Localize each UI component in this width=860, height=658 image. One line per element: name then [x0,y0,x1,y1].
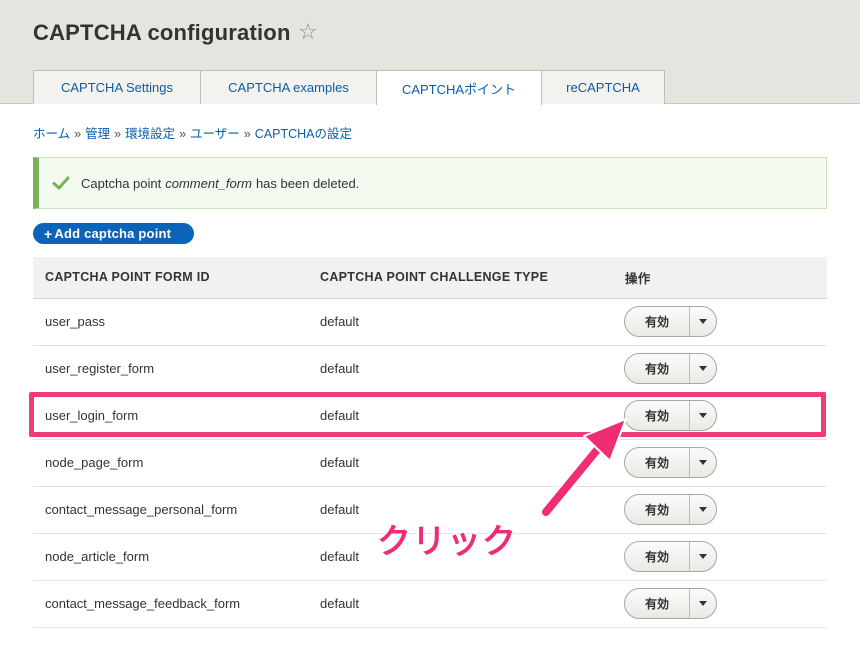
challenge-type-cell: default [308,580,613,628]
chevron-down-icon [699,554,707,559]
operations-dropbutton: 有効 [624,306,717,337]
form-id-cell: contact_message_feedback_form [33,580,308,628]
tab-captcha-points[interactable]: CAPTCHAポイント [376,70,542,105]
checkmark-icon [52,176,70,190]
operations-dropbutton: 有効 [624,541,717,572]
chevron-down-icon [699,507,707,512]
enable-button[interactable]: 有効 [625,589,690,618]
dropdown-toggle[interactable] [690,542,716,571]
breadcrumb-user[interactable]: ユーザー [190,127,240,141]
enable-button[interactable]: 有効 [625,401,690,430]
table-row: contact_message_feedback_form default 有効 [33,580,827,628]
dropdown-toggle[interactable] [690,589,716,618]
operations-dropbutton: 有効 [624,447,717,478]
chevron-down-icon [699,601,707,606]
page-header: CAPTCHA configuration ☆ CAPTCHA Settings… [0,0,860,105]
tab-captcha-settings[interactable]: CAPTCHA Settings [33,70,201,104]
dropdown-toggle[interactable] [690,495,716,524]
breadcrumb-config[interactable]: 環境設定 [125,127,175,141]
dropdown-toggle[interactable] [690,354,716,383]
captcha-points-table: CAPTCHA POINT FORM ID CAPTCHA POINT CHAL… [33,257,827,628]
click-annotation-label: クリック [377,523,517,561]
chevron-down-icon [699,460,707,465]
form-id-cell: node_article_form [33,533,308,581]
page-title: CAPTCHA configuration [33,20,291,45]
challenge-type-cell: default [308,298,613,346]
table-row: user_register_form default 有効 [33,345,827,393]
chevron-down-icon [699,413,707,418]
operations-cell: 有効 [613,486,827,534]
dropdown-toggle[interactable] [690,401,716,430]
enable-button[interactable]: 有効 [625,542,690,571]
chevron-down-icon [699,319,707,324]
breadcrumb: ホーム» 管理» 環境設定» ユーザー» CAPTCHAの設定 [33,123,352,142]
form-id-cell: user_register_form [33,345,308,393]
enable-button[interactable]: 有効 [625,307,690,336]
form-id-cell: user_pass [33,298,308,346]
table-header-row: CAPTCHA POINT FORM ID CAPTCHA POINT CHAL… [33,257,827,299]
enable-button[interactable]: 有効 [625,354,690,383]
operations-dropbutton: 有効 [624,400,717,431]
breadcrumb-home[interactable]: ホーム [33,127,70,141]
tab-recaptcha[interactable]: reCAPTCHA [541,70,665,104]
challenge-type-cell: default [308,439,613,487]
status-message: Captcha point comment_form has been dele… [33,157,827,209]
dropdown-toggle[interactable] [690,307,716,336]
header-challenge-type: CAPTCHA POINT CHALLENGE TYPE [308,257,613,299]
plus-icon: + [44,225,53,242]
challenge-type-cell: default [308,392,613,440]
form-id-cell: user_login_form [33,392,308,440]
operations-cell: 有効 [613,345,827,393]
operations-dropbutton: 有効 [624,588,717,619]
add-captcha-point-label: Add captcha point [54,226,172,241]
breadcrumb-separator: » [74,127,82,141]
form-id-cell: node_page_form [33,439,308,487]
table-row: user_pass default 有効 [33,298,827,346]
form-id-cell: contact_message_personal_form [33,486,308,534]
enable-button[interactable]: 有効 [625,495,690,524]
table-row: node_page_form default 有効 [33,439,827,487]
breadcrumb-admin[interactable]: 管理 [85,127,110,141]
tab-captcha-examples[interactable]: CAPTCHA examples [200,70,377,104]
header-form-id: CAPTCHA POINT FORM ID [33,257,308,299]
star-outline-icon[interactable]: ☆ [298,21,318,43]
challenge-type-cell: default [308,345,613,393]
tab-bar: CAPTCHA Settings CAPTCHA examples CAPTCH… [33,70,665,105]
operations-cell: 有効 [613,439,827,487]
message-form-id: comment_form [165,175,252,191]
operations-cell: 有効 [613,298,827,346]
dropdown-toggle[interactable] [690,448,716,477]
header-operations: 操作 [613,257,827,299]
operations-dropbutton: 有効 [624,353,717,384]
breadcrumb-separator: » [179,127,187,141]
add-captcha-point-button[interactable]: + Add captcha point [33,223,194,244]
operations-dropbutton: 有効 [624,494,717,525]
breadcrumb-captcha-settings[interactable]: CAPTCHAの設定 [255,127,352,141]
breadcrumb-separator: » [114,127,122,141]
message-prefix: Captcha point [81,175,162,191]
message-suffix: has been deleted. [255,175,360,191]
operations-cell: 有効 [613,392,827,440]
table-row: user_login_form default 有効 [33,392,827,440]
operations-cell: 有効 [613,580,827,628]
breadcrumb-separator: » [243,127,251,141]
chevron-down-icon [699,366,707,371]
enable-button[interactable]: 有効 [625,448,690,477]
operations-cell: 有効 [613,533,827,581]
